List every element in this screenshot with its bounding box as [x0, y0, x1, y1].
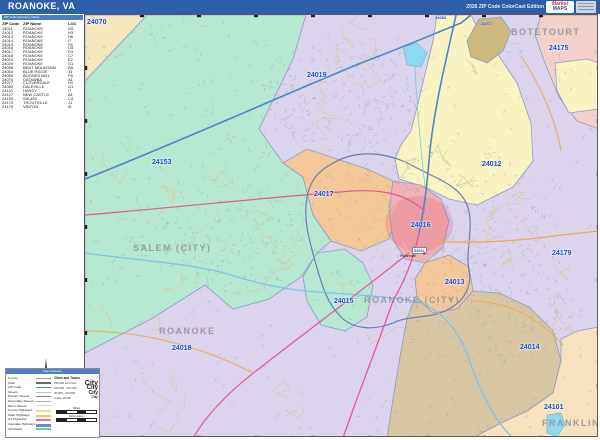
- scale-bars: Miles Kilometers: [54, 406, 99, 422]
- legend-cities: Cities and Towns 250,000 and OverCity100…: [54, 376, 99, 400]
- zip-label: 24179: [552, 250, 571, 257]
- zip-label: 24175: [549, 45, 568, 52]
- zip-label: 24019: [307, 72, 326, 79]
- zip-regions: [85, 15, 598, 437]
- title-bar: ROANOKE, VA 2026 ZIP Code ColorCast Edit…: [0, 0, 600, 14]
- zip-label: 24083: [435, 15, 446, 20]
- zip-label: 24014: [520, 344, 539, 351]
- zip-label: 24017: [314, 191, 333, 198]
- logo-detail-box: [576, 1, 596, 13]
- zip-label: 24153: [152, 159, 171, 166]
- zip-table-title: ZIP Code Inventory Listing: [2, 15, 83, 20]
- zip-label: 24018: [172, 345, 191, 352]
- zip-table-rows: 24011ROANOKEG524012ROANOKEH324013ROANOKE…: [2, 26, 81, 108]
- zip-label: 24013: [445, 279, 464, 286]
- legend-feature-list: CountyStateZIP CodeStreetsPrimary Street…: [8, 376, 52, 431]
- zip-label: 24016: [411, 222, 430, 229]
- legend-title: Map Features: [6, 369, 99, 374]
- map-canvas: [85, 15, 598, 437]
- map-viewport[interactable]: 24070 24153 24019 24017 24012 24016 24013 24014…: [84, 14, 598, 437]
- city-marker-icon: ★: [422, 251, 426, 257]
- map-legend: Map Features CountyStateZIP CodeStreetsP…: [5, 368, 100, 438]
- scale-bar-km: [56, 418, 97, 422]
- legend-city-row: Under 25,000City: [54, 395, 99, 400]
- page-title: ROANOKE, VA: [8, 1, 75, 11]
- county-label: FRANKLIN: [542, 418, 598, 428]
- zip-table-header: ZIP Code ZIP Name LOC: [2, 21, 81, 25]
- zip-label: 24070: [87, 19, 106, 26]
- legend-feature-row: Toll Roads: [8, 427, 52, 432]
- zip-label: 24077: [481, 21, 492, 26]
- zip-label: 24012: [482, 161, 501, 168]
- county-label: BOTETOURT: [511, 27, 580, 37]
- city-label: Roanoke: [400, 253, 416, 258]
- county-label: ROANOKE (CITY): [364, 295, 460, 305]
- table-row: 24179VINTONI5: [2, 104, 81, 108]
- zip-label: 24101: [544, 404, 563, 411]
- county-label: ROANOKE: [159, 326, 216, 336]
- zip-label: 24015: [334, 298, 353, 305]
- edition-label: 2026 ZIP Code ColorCast Edition: [466, 4, 544, 10]
- county-label: SALEM (CITY): [133, 243, 212, 253]
- logo-text-2: MAPS: [553, 7, 567, 12]
- marketmaps-logo: Market MAPS: [546, 1, 574, 13]
